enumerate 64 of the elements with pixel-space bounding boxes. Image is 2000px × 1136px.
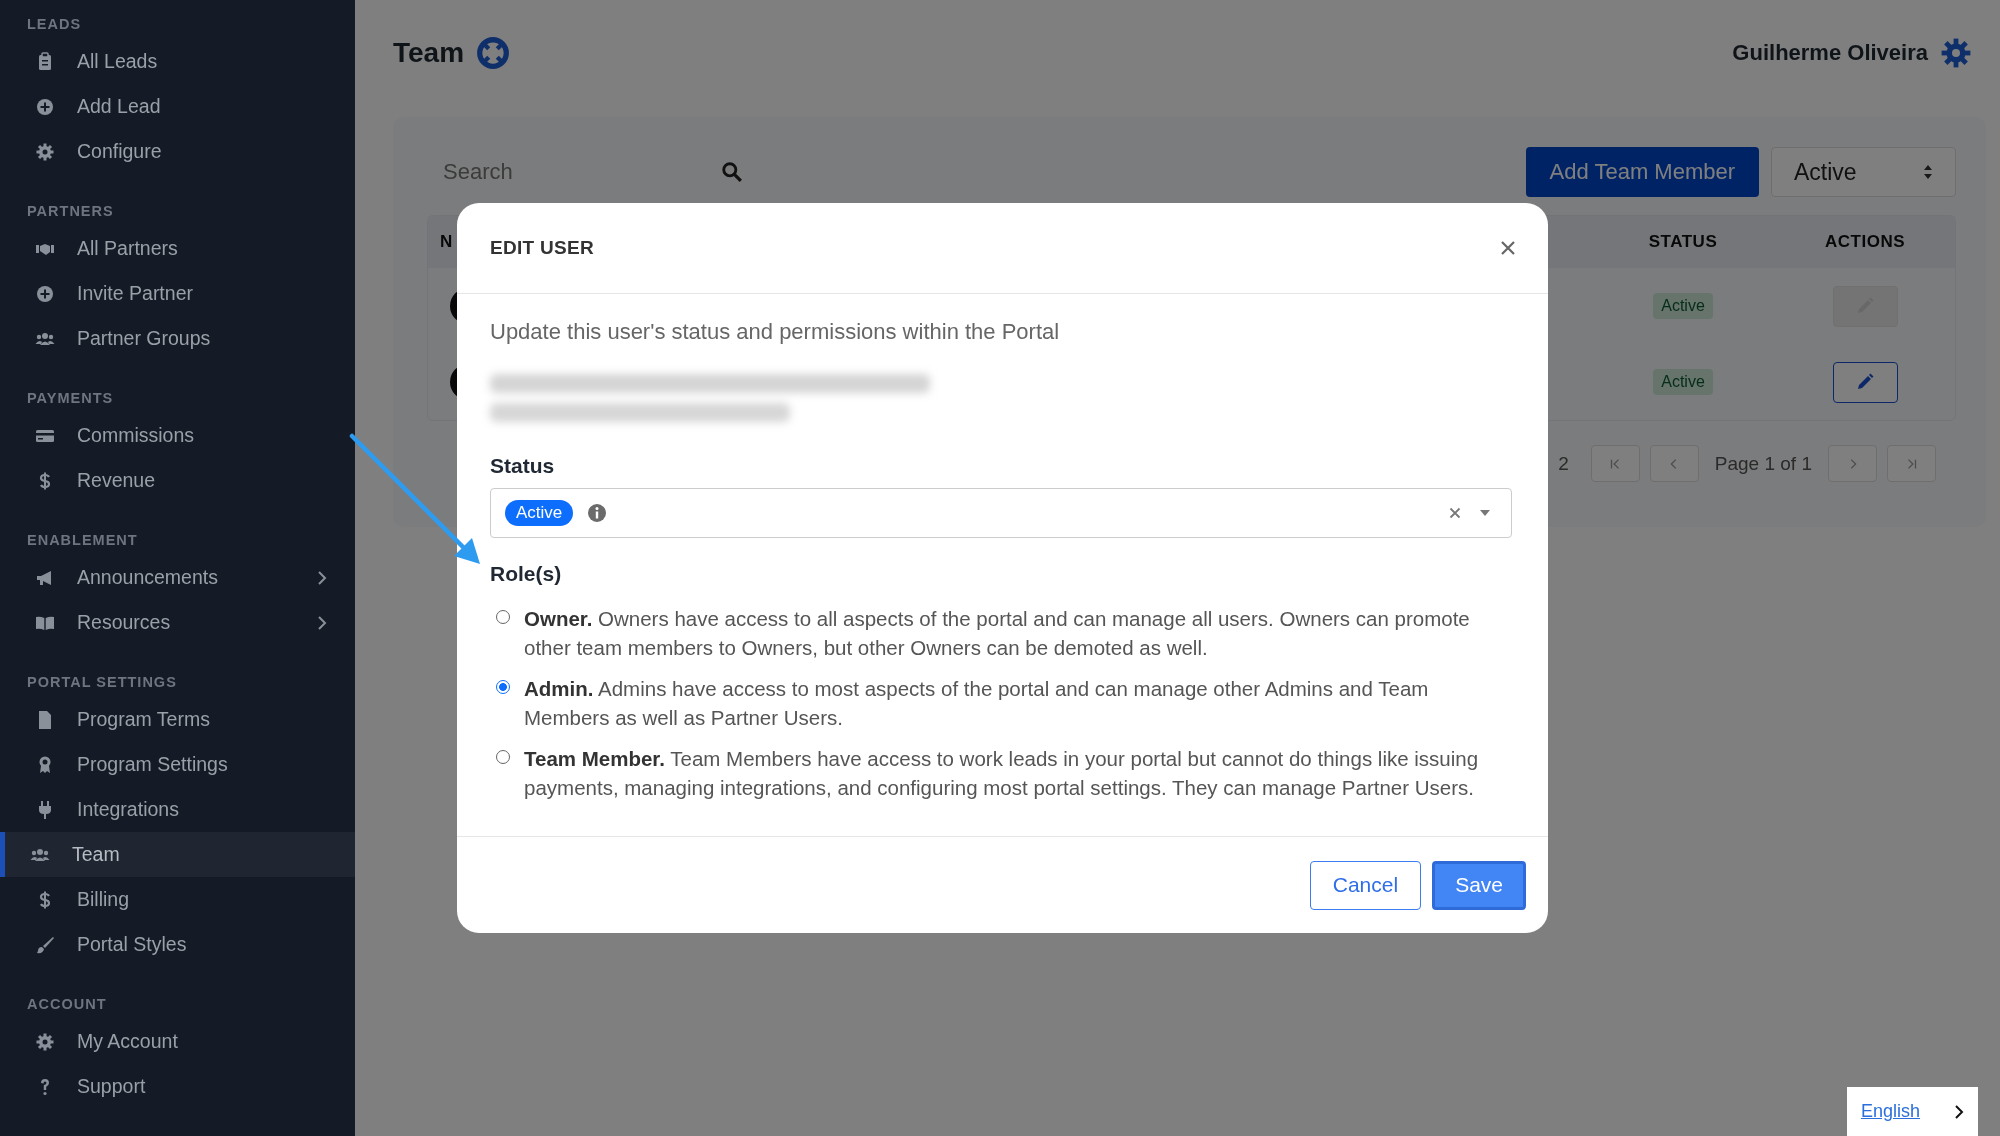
section-heading: ACCOUNT	[26, 995, 107, 1014]
search-icon	[721, 161, 743, 183]
close-icon[interactable]	[1500, 240, 1516, 256]
status-badge: Active	[1653, 369, 1713, 395]
sidebar-item[interactable]: Commissions	[0, 413, 355, 458]
gear-icon	[35, 1031, 55, 1052]
cancel-button[interactable]: Cancel	[1309, 860, 1422, 910]
pencil-icon	[1855, 372, 1875, 392]
sidebar-item[interactable]: Program Settings	[0, 742, 355, 787]
section-heading: PORTAL SETTINGS	[26, 673, 177, 692]
sidebar-item[interactable]: Integrations	[0, 787, 355, 832]
role-description: Owner. Owners have access to all aspects of the portal and can manage all users. Owners can promote other team members to Owners, but other Owners can be demoted as well.	[524, 606, 1471, 661]
add-team-member-button[interactable]: Add Team Member	[1525, 147, 1759, 197]
sidebar-item[interactable]: Support	[0, 1064, 355, 1109]
info-icon[interactable]	[587, 503, 608, 523]
section-heading: LEADS	[26, 15, 82, 34]
sidebar-item[interactable]: All Partners	[0, 226, 355, 271]
edit-button[interactable]	[1832, 361, 1898, 403]
page-title: Team	[393, 36, 465, 69]
role-description: Admin. Admins have access to most aspects of the portal and can manage other Admins and Team Members as well as Partner Users.	[524, 676, 1430, 731]
status-badge: Active	[1653, 293, 1713, 319]
status-select[interactable]: Active	[490, 488, 1512, 538]
status-chip: Active	[505, 500, 574, 526]
sidebar-item[interactable]: Partner Groups	[0, 316, 355, 361]
clear-icon[interactable]	[1449, 507, 1461, 519]
sidebar-item[interactable]: Portal Styles	[0, 922, 355, 967]
sidebar-item[interactable]: Invite Partner	[0, 271, 355, 316]
sidebar-item[interactable]: Configure	[0, 129, 355, 174]
role-description: Team Member. Team Members have access to work leads in your portal but cannot do things like issuing payments, managing integrations, and configuring most portal settings. They can manage Partner Users.	[524, 746, 1480, 801]
save-button[interactable]: Save	[1432, 860, 1526, 910]
brush-icon	[35, 934, 55, 955]
column-header[interactable]: STATUS	[1613, 232, 1753, 252]
user-name[interactable]: Guilherme Oliveira	[1732, 39, 1928, 66]
lifebuoy-icon[interactable]	[476, 35, 511, 70]
sidebar-item[interactable]: Add Lead	[0, 84, 355, 129]
plus-circle-icon	[35, 283, 55, 304]
column-header[interactable]: ACTIONS	[1795, 232, 1935, 252]
sidebar-item[interactable]: All Leads	[0, 39, 355, 84]
field-label: Status	[490, 453, 555, 479]
section-heading: ENABLEMENT	[26, 531, 138, 550]
sidebar-item[interactable]: Program Terms	[0, 697, 355, 742]
sidebar-item[interactable]: Announcements	[0, 555, 355, 600]
radio-button[interactable]	[496, 680, 510, 694]
dialog-description: Update this user's status and permissions within the Portal	[490, 318, 1061, 346]
sidebar-item[interactable]: Billing	[0, 877, 355, 922]
sidebar-item[interactable]: Revenue	[0, 458, 355, 503]
dialog-title: EDIT USER	[490, 237, 595, 259]
plus-circle-icon	[35, 96, 55, 117]
section-heading: PAYMENTS	[26, 389, 114, 408]
search-field[interactable]: Search	[441, 158, 721, 186]
gear-icon	[35, 141, 55, 162]
sort-arrows-icon	[1923, 164, 1933, 180]
field-label: Role(s)	[490, 561, 562, 587]
sidebar-item[interactable]: My Account	[0, 1019, 355, 1064]
sidebar-item[interactable]: Resources	[0, 600, 355, 645]
section-heading: PARTNERS	[26, 202, 114, 221]
page-indicator: Page 1 of 1	[1714, 452, 1812, 475]
language-link[interactable]: English	[1861, 1101, 1921, 1122]
chevron-right-icon[interactable]	[1954, 1103, 1964, 1120]
caret-icon[interactable]	[1479, 509, 1491, 517]
sidebar-item[interactable]: Team	[0, 832, 355, 877]
row-count: 2	[1558, 452, 1569, 475]
status-filter-select[interactable]: Active	[1771, 147, 1956, 197]
settings-icon[interactable]	[1940, 36, 1972, 69]
